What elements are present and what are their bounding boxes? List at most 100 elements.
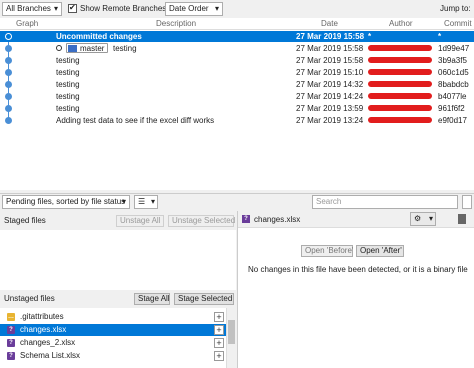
commit-node-icon bbox=[5, 45, 12, 52]
commit-hash: 8babdcb bbox=[438, 80, 469, 89]
panel-menu-icon[interactable] bbox=[458, 214, 466, 224]
unstage-selected-button[interactable]: Unstage Selected bbox=[168, 215, 235, 227]
unstaged-file-row[interactable]: … .gitattributes + bbox=[0, 311, 226, 323]
commit-hash: 060c1d5 bbox=[438, 68, 469, 77]
chevron-down-icon: ▾ bbox=[121, 197, 126, 206]
chevron-down-icon: ▾ bbox=[150, 197, 155, 206]
branch-tag-label: master bbox=[80, 44, 105, 53]
col-date[interactable]: Date bbox=[321, 18, 338, 30]
file-name: Schema List.xlsx bbox=[20, 351, 81, 360]
commit-hash: e9f0d17 bbox=[438, 116, 467, 125]
commit-row[interactable]: testing 27 Mar 2019 15:10 060c1d5 bbox=[0, 67, 474, 78]
unstage-all-button[interactable]: Unstage All bbox=[116, 215, 164, 227]
commit-hash: 3b9a3f5 bbox=[438, 56, 467, 65]
commit-description: Adding test data to see if the excel dif… bbox=[56, 116, 215, 125]
commit-node-icon bbox=[5, 81, 12, 88]
commit-date: 27 Mar 2019 14:24 bbox=[296, 92, 364, 101]
commit-row[interactable]: testing 27 Mar 2019 15:58 3b9a3f5 bbox=[0, 55, 474, 66]
commit-description: Uncommitted changes bbox=[56, 32, 142, 41]
commit-node-icon bbox=[5, 105, 12, 112]
pending-toolbar: Pending files, sorted by file status ▾ ☰… bbox=[0, 193, 474, 210]
redacted-author bbox=[368, 105, 432, 111]
stage-file-plus-icon[interactable]: + bbox=[214, 351, 224, 361]
commit-row[interactable]: Adding test data to see if the excel dif… bbox=[0, 115, 474, 126]
panel-scroll-button[interactable] bbox=[462, 195, 472, 209]
branches-dropdown-value: All Branches bbox=[6, 4, 51, 13]
list-icon: ☰ bbox=[138, 197, 146, 206]
file-name: changes.xlsx bbox=[20, 325, 67, 334]
commit-row[interactable]: testing 27 Mar 2019 13:59 961f6f2 bbox=[0, 103, 474, 114]
commit-node-icon bbox=[5, 117, 12, 124]
redacted-author bbox=[368, 81, 432, 87]
order-dropdown[interactable]: Date Order ▾ bbox=[165, 2, 223, 16]
commit-description: testing bbox=[56, 68, 80, 77]
stage-file-plus-icon[interactable]: + bbox=[214, 338, 224, 348]
view-options-button[interactable]: ☰ ▾ bbox=[134, 195, 158, 209]
scrollbar[interactable] bbox=[226, 308, 236, 368]
stage-all-button[interactable]: Stage All bbox=[134, 293, 170, 305]
commit-table-header: Graph Description Date Author Commit bbox=[0, 18, 474, 30]
unstaged-file-row[interactable]: ? changes.xlsx + bbox=[0, 324, 226, 336]
unknown-file-icon: ? bbox=[7, 339, 15, 347]
unstaged-title: Unstaged files bbox=[4, 294, 55, 303]
commit-hash: 961f6f2 bbox=[438, 104, 465, 113]
pending-sort-value: Pending files, sorted by file status bbox=[6, 197, 126, 206]
head-marker-icon bbox=[56, 45, 62, 51]
chevron-down-icon: ▾ bbox=[53, 4, 58, 13]
col-commit[interactable]: Commit bbox=[444, 18, 472, 30]
branch-icon bbox=[68, 45, 77, 52]
order-dropdown-value: Date Order bbox=[169, 4, 209, 13]
show-remote-checkbox[interactable]: ✔ bbox=[68, 3, 77, 13]
commit-date: 27 Mar 2019 13:59 bbox=[296, 104, 364, 113]
file-name: .gitattributes bbox=[20, 312, 64, 321]
diff-panel: ? changes.xlsx ⚙ ▾ Open 'Before' Open 'A… bbox=[237, 211, 474, 368]
redacted-author bbox=[368, 45, 432, 51]
open-after-button[interactable]: Open 'After' bbox=[356, 245, 404, 257]
diff-message: No changes in this file have been detect… bbox=[248, 265, 468, 274]
commit-hash: 1d99e47 bbox=[438, 44, 470, 53]
commit-hash: b4077le bbox=[438, 92, 467, 101]
jump-to-label: Jump to: bbox=[440, 4, 471, 13]
commit-description: testing bbox=[56, 56, 80, 65]
commit-row[interactable]: Uncommitted changes 27 Mar 2019 15:58 * * bbox=[0, 31, 474, 42]
unknown-file-icon: ? bbox=[7, 352, 15, 360]
commit-node-icon bbox=[5, 69, 12, 76]
redacted-author bbox=[368, 93, 432, 99]
open-before-button[interactable]: Open 'Before' bbox=[301, 245, 353, 257]
gear-icon: ⚙ bbox=[414, 214, 422, 223]
search-input[interactable]: Search bbox=[312, 195, 458, 209]
branches-dropdown[interactable]: All Branches ▾ bbox=[2, 2, 62, 16]
stage-selected-button[interactable]: Stage Selected bbox=[174, 293, 234, 305]
unstaged-file-row[interactable]: ? Schema List.xlsx + bbox=[0, 350, 226, 362]
commit-node-icon bbox=[5, 93, 12, 100]
diff-file-name: changes.xlsx bbox=[254, 215, 301, 224]
col-graph[interactable]: Graph bbox=[16, 18, 38, 30]
unknown-file-icon: ? bbox=[7, 326, 15, 334]
commit-hash: * bbox=[438, 32, 442, 41]
staged-title: Staged files bbox=[4, 216, 46, 225]
diff-settings-button[interactable]: ⚙ ▾ bbox=[410, 212, 436, 226]
commit-row[interactable]: master testing 27 Mar 2019 15:58 1d99e47 bbox=[0, 43, 474, 54]
unstaged-header: Unstaged files Stage All Stage Selected bbox=[0, 291, 236, 307]
chevron-down-icon: ▾ bbox=[214, 4, 219, 13]
commit-description: testing bbox=[56, 92, 80, 101]
col-author[interactable]: Author bbox=[389, 18, 413, 30]
commit-row[interactable]: testing 27 Mar 2019 14:32 8babdcb bbox=[0, 79, 474, 90]
pending-sort-dropdown[interactable]: Pending files, sorted by file status ▾ bbox=[2, 195, 130, 209]
commit-description: testing bbox=[56, 80, 80, 89]
redacted-author bbox=[368, 69, 432, 75]
scrollbar-thumb[interactable] bbox=[228, 320, 235, 344]
commit-date: 27 Mar 2019 15:58 bbox=[296, 44, 364, 53]
modified-file-icon: … bbox=[7, 313, 15, 321]
staged-file-list bbox=[0, 230, 236, 290]
unstaged-file-row[interactable]: ? changes_2.xlsx + bbox=[0, 337, 226, 349]
branch-tag[interactable]: master bbox=[66, 43, 109, 53]
unstaged-file-list: … .gitattributes +? changes.xlsx +? changes_2… bbox=[0, 308, 236, 368]
commit-row[interactable]: testing 27 Mar 2019 14:24 b4077le bbox=[0, 91, 474, 102]
commit-author: * bbox=[368, 32, 372, 41]
redacted-author bbox=[368, 117, 432, 123]
stage-file-plus-icon[interactable]: + bbox=[214, 325, 224, 335]
commit-date: 27 Mar 2019 14:32 bbox=[296, 80, 364, 89]
col-description[interactable]: Description bbox=[156, 18, 196, 30]
stage-file-plus-icon[interactable]: + bbox=[214, 312, 224, 322]
